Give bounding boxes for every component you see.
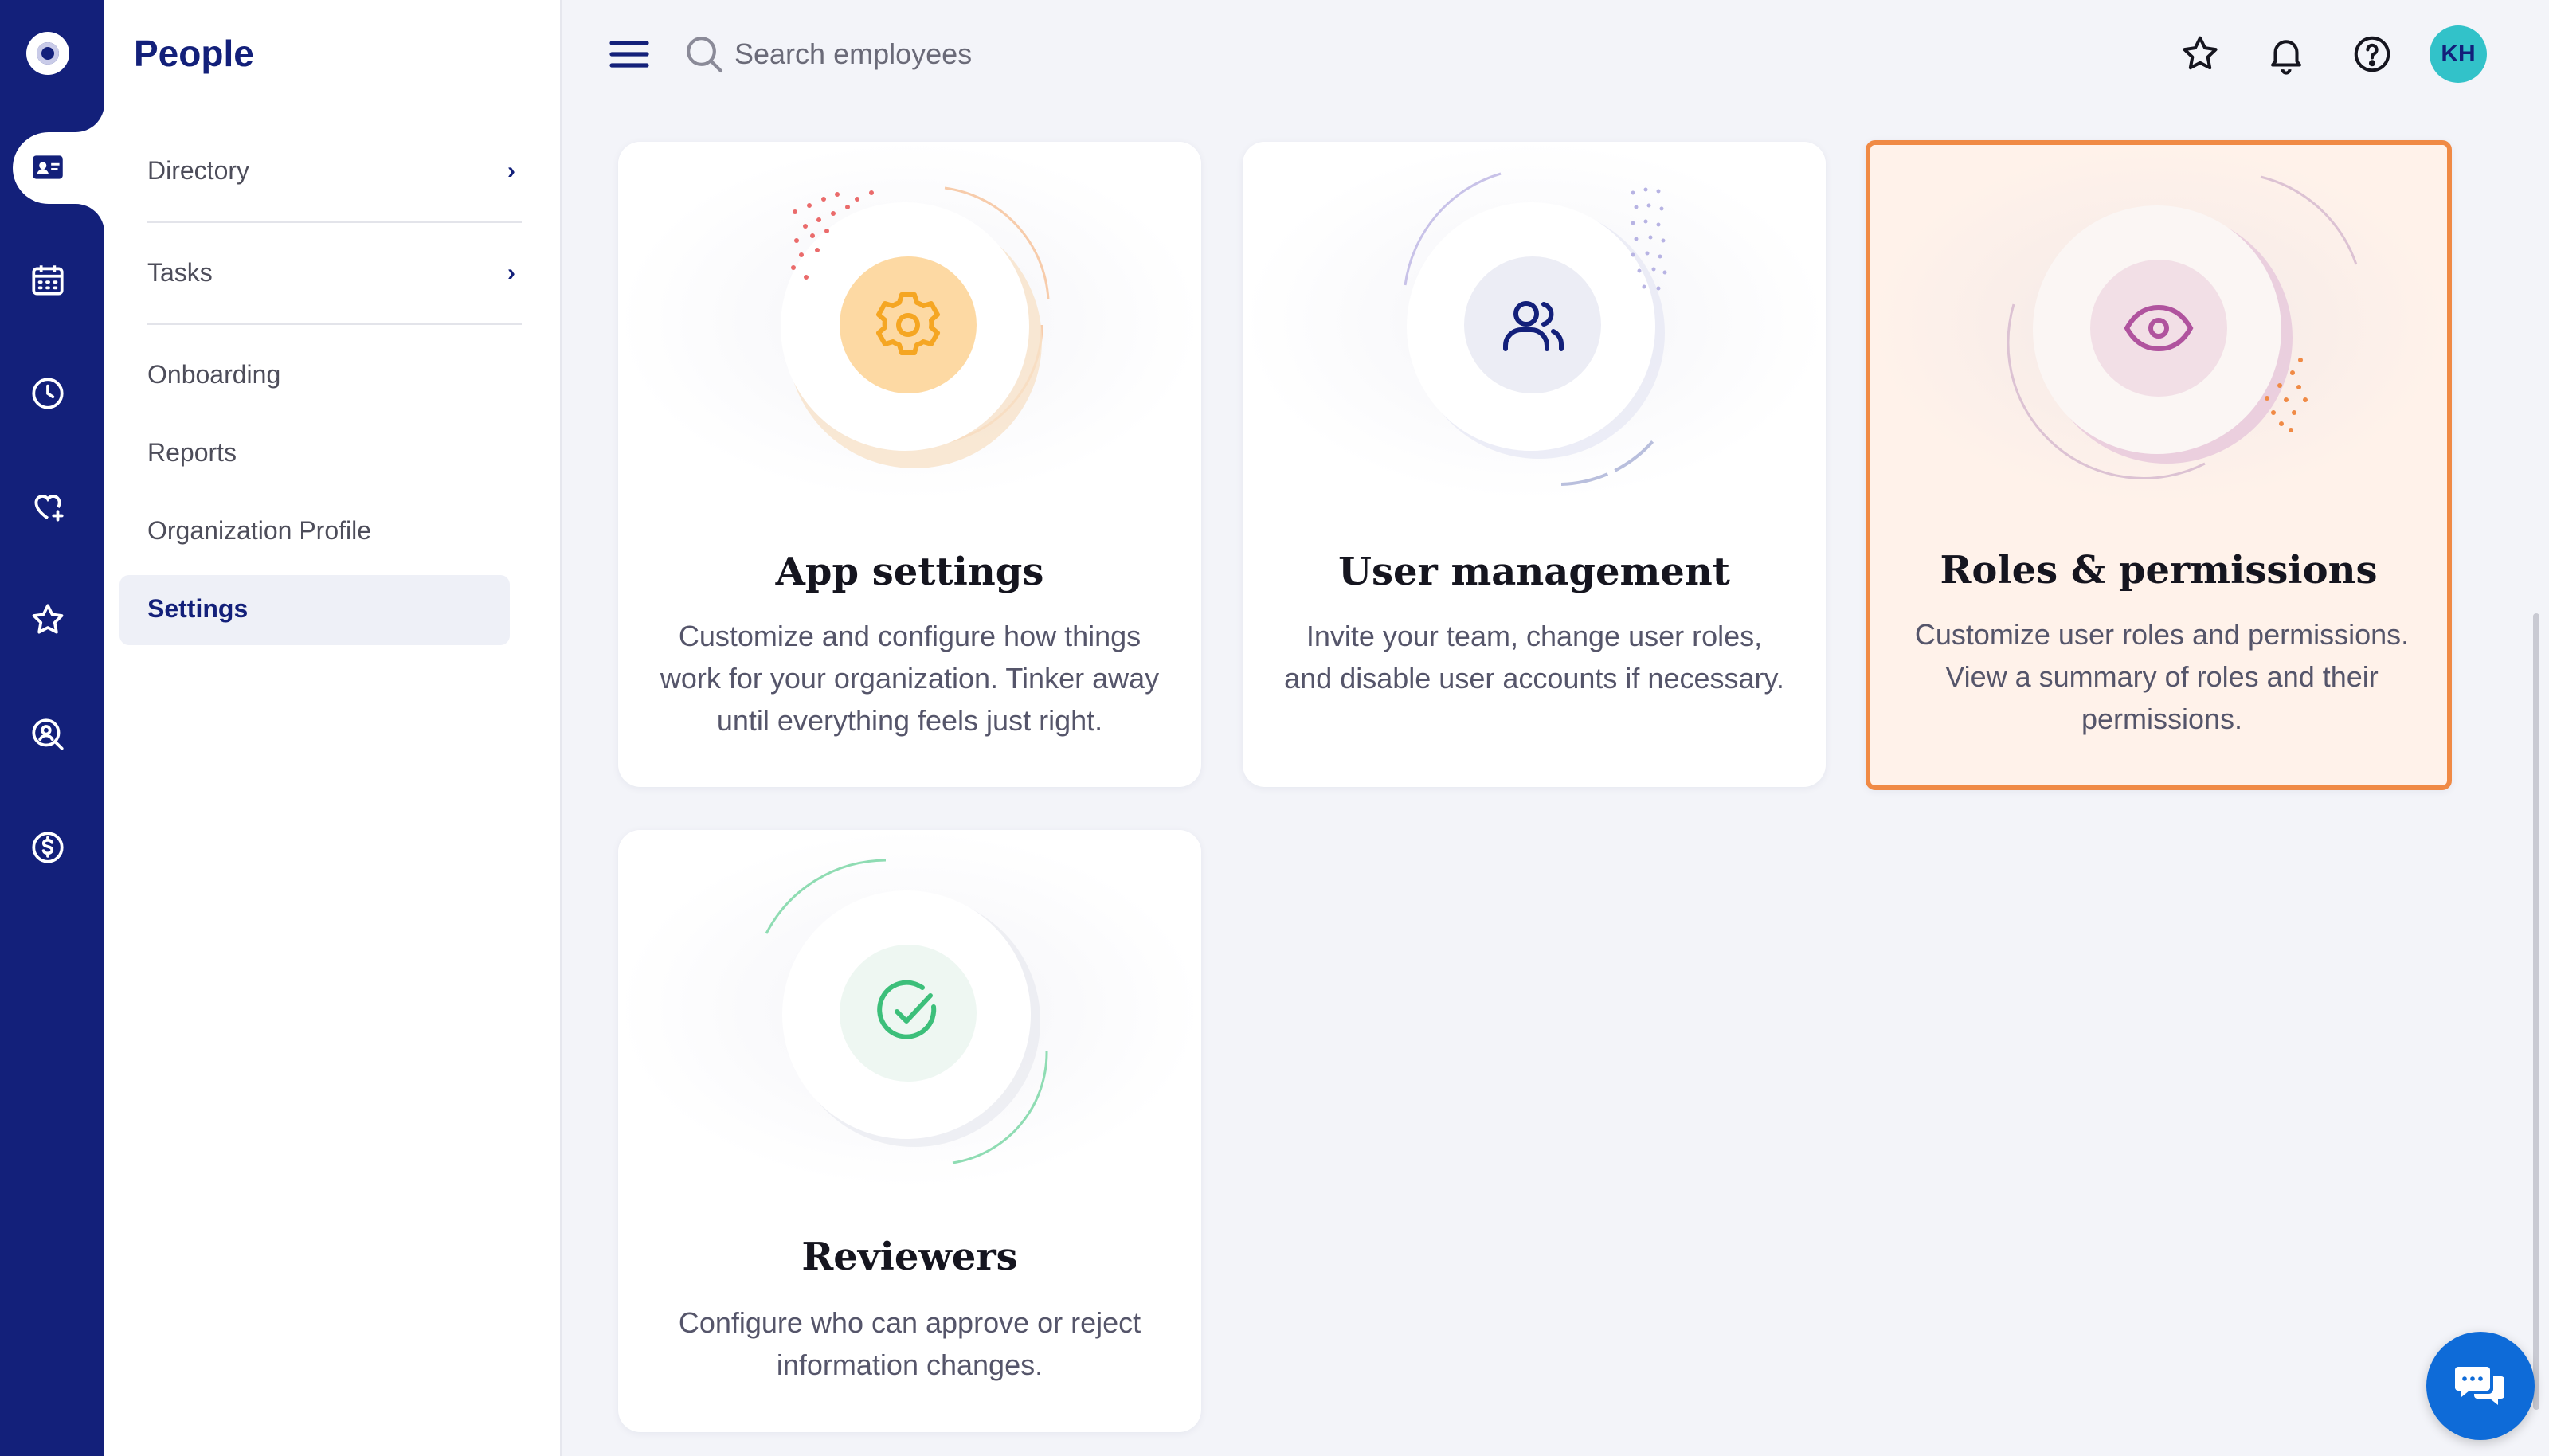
chevron-right-icon: › [507,157,515,184]
card-app-settings[interactable]: App settings Customize and configure how… [618,142,1201,787]
card-user-management[interactable]: User management Invite your team, change… [1243,142,1826,787]
app-settings-illustration [618,142,1201,500]
calendar-icon[interactable] [24,256,72,304]
sidebar-item-label: Onboarding [147,360,281,389]
card-title: App settings [775,550,1044,594]
card-title: Reviewers [801,1235,1018,1279]
logo-icon[interactable] [26,32,69,75]
avatar[interactable]: KH [2430,25,2487,83]
sidebar-item-directory[interactable]: Directory › [147,156,522,186]
sidebar-item-settings[interactable]: Settings [147,594,522,624]
card-roles-permissions[interactable]: Roles & permissions Customize user roles… [1866,140,2452,790]
chat-button[interactable] [2426,1332,2535,1440]
sidebar-item-reports[interactable]: Reports [147,438,522,468]
app-title: People [134,33,254,74]
sidebar: People Directory › Tasks › Onboarding Re… [104,0,562,1456]
divider [147,221,522,223]
star-icon[interactable] [24,596,72,644]
heart-plus-icon[interactable] [24,483,72,530]
sidebar-item-onboarding[interactable]: Onboarding [147,360,522,389]
scrollbar[interactable] [2533,613,2539,1410]
card-title: Roles & permissions [1940,548,2378,593]
favorites-star-icon[interactable] [2175,29,2226,80]
roles-permissions-illustration [1870,145,2447,503]
dollar-icon[interactable] [24,824,72,871]
bell-icon[interactable] [2261,29,2312,80]
sidebar-item-label: Tasks [147,258,213,287]
chat-bubbles-icon [2455,1367,2504,1405]
card-description: Configure who can approve or reject info… [678,1306,1141,1381]
card-reviewers[interactable]: Reviewers Configure who can approve or r… [618,830,1201,1432]
icon-rail [0,0,104,1456]
search-icon [687,37,723,73]
sidebar-item-label: Reports [147,438,237,467]
clock-icon[interactable] [24,370,72,417]
sidebar-item-organization-profile[interactable]: Organization Profile [147,516,522,546]
sidebar-item-label: Settings [147,594,249,623]
help-icon[interactable] [2347,29,2398,80]
chevron-right-icon: › [507,259,515,286]
sidebar-item-label: Directory [147,156,250,185]
user-search-icon[interactable] [24,710,72,758]
card-description: Invite your team, change user roles, and… [1284,620,1784,695]
card-title: User management [1338,550,1730,594]
card-description: Customize user roles and permissions. Vi… [1914,618,2410,735]
hamburger-menu-icon[interactable] [607,38,652,70]
sidebar-item-label: Organization Profile [147,516,372,545]
card-description: Customize and configure how things work … [660,620,1160,737]
divider [147,323,522,325]
reviewers-illustration [618,830,1201,1188]
user-management-illustration [1243,142,1826,500]
people-card-icon[interactable] [24,143,72,191]
sidebar-item-tasks[interactable]: Tasks › [147,258,522,288]
search-input[interactable] [734,29,1292,80]
